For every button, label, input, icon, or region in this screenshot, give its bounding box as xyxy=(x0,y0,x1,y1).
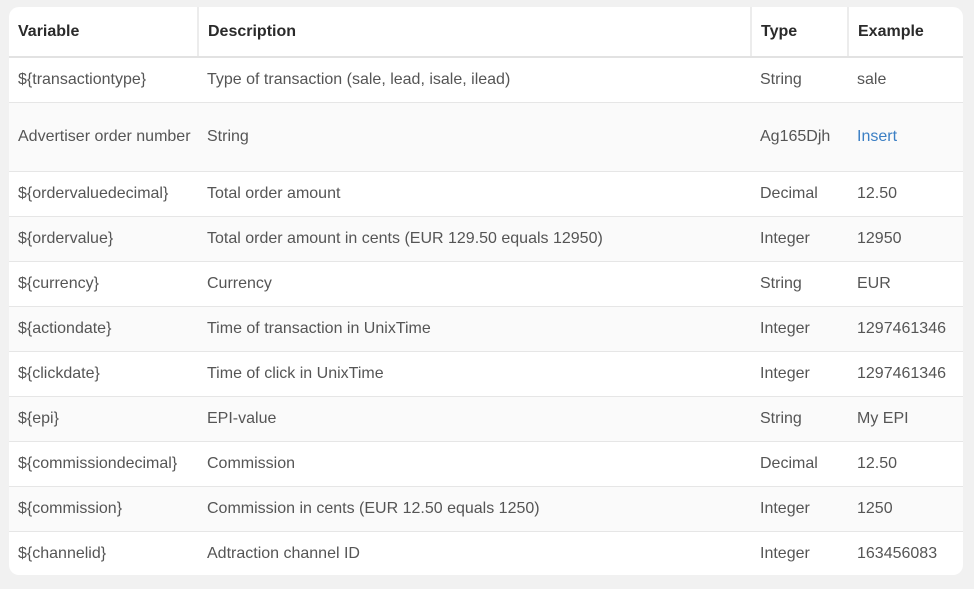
cell-example: 12950 xyxy=(848,215,963,261)
header-row: Variable Description Type Example xyxy=(9,7,963,58)
cell-description: Commission xyxy=(198,440,751,486)
cell-description: Time of transaction in UnixTime xyxy=(198,305,751,351)
cell-type: Integer xyxy=(751,530,848,575)
cell-variable: ${transactiontype} xyxy=(18,71,147,89)
table-row: ${epi} EPI-value String My EPI xyxy=(9,395,963,441)
cell-variable: ${commissiondecimal} xyxy=(9,440,198,486)
cell-description: Type of transaction (sale, lead, isale, … xyxy=(207,71,511,89)
cell-variable: ${ordervalue} xyxy=(9,215,198,261)
column-header-description: Description xyxy=(197,7,751,58)
table-row: Advertiser order number String Ag165Djh … xyxy=(9,101,963,171)
cell-type: Decimal xyxy=(751,170,848,216)
cell-description: String xyxy=(198,101,751,171)
column-header-type: Type xyxy=(750,7,848,58)
cell-type: String xyxy=(751,260,848,306)
cell-type: Integer xyxy=(751,215,848,261)
cell-variable: ${epi} xyxy=(9,395,198,441)
variables-table: Variable Description Type Example ${tran… xyxy=(9,7,963,575)
table-row: ${commission} Commission in cents (EUR 1… xyxy=(9,485,963,531)
cell-type: Decimal xyxy=(751,440,848,486)
table-row: ${ordervaluedecimal} Total order amount … xyxy=(9,170,963,216)
cell-example: Insert xyxy=(848,101,963,171)
cell-example: sale xyxy=(857,71,887,89)
cell-type: Integer xyxy=(751,305,848,351)
cell-description: EPI-value xyxy=(198,395,751,441)
cell-type: String xyxy=(751,395,848,441)
cell-variable: ${actiondate} xyxy=(9,305,198,351)
cell-example: 1297461346 xyxy=(848,305,963,351)
insert-link[interactable]: Insert xyxy=(857,128,897,145)
cell-example: 12.50 xyxy=(848,440,963,486)
table-row: ${transactiontype} Type of transaction (… xyxy=(9,57,963,102)
cell-variable: ${commission} xyxy=(9,485,198,531)
cell-variable: ${ordervaluedecimal} xyxy=(9,170,198,216)
table-row: ${commissiondecimal} Commission Decimal … xyxy=(9,440,963,486)
cell-type: String xyxy=(760,71,802,89)
table-body: ${transactiontype} Type of transaction (… xyxy=(9,57,963,575)
cell-example: 163456083 xyxy=(848,530,963,575)
cell-description: Total order amount xyxy=(198,170,751,216)
cell-variable: ${clickdate} xyxy=(9,350,198,396)
column-header-variable: Variable xyxy=(9,7,198,58)
cell-variable: ${currency} xyxy=(9,260,198,306)
cell-variable: ${channelid} xyxy=(9,530,198,575)
cell-example: EUR xyxy=(848,260,963,306)
cell-example: My EPI xyxy=(848,395,963,441)
cell-type: Integer xyxy=(751,485,848,531)
cell-type: Integer xyxy=(751,350,848,396)
table-header: Variable Description Type Example xyxy=(9,7,963,58)
column-header-example: Example xyxy=(847,7,963,58)
cell-description: Currency xyxy=(198,260,751,306)
table-row: ${currency} Currency String EUR xyxy=(9,260,963,306)
cell-description: Commission in cents (EUR 12.50 equals 12… xyxy=(198,485,751,531)
table-row: ${actiondate} Time of transaction in Uni… xyxy=(9,305,963,351)
cell-example: 1297461346 xyxy=(848,350,963,396)
cell-type: Ag165Djh xyxy=(751,101,848,171)
cell-description: Total order amount in cents (EUR 129.50 … xyxy=(198,215,751,261)
cell-description: Adtraction channel ID xyxy=(198,530,751,575)
cell-description: Time of click in UnixTime xyxy=(198,350,751,396)
cell-example: 12.50 xyxy=(848,170,963,216)
table-row: ${channelid} Adtraction channel ID Integ… xyxy=(9,530,963,575)
table-row: ${clickdate} Time of click in UnixTime I… xyxy=(9,350,963,396)
variables-table-card: Variable Description Type Example ${tran… xyxy=(9,7,963,575)
cell-example: 1250 xyxy=(848,485,963,531)
cell-variable: Advertiser order number xyxy=(9,101,198,171)
table-row: ${ordervalue} Total order amount in cent… xyxy=(9,215,963,261)
